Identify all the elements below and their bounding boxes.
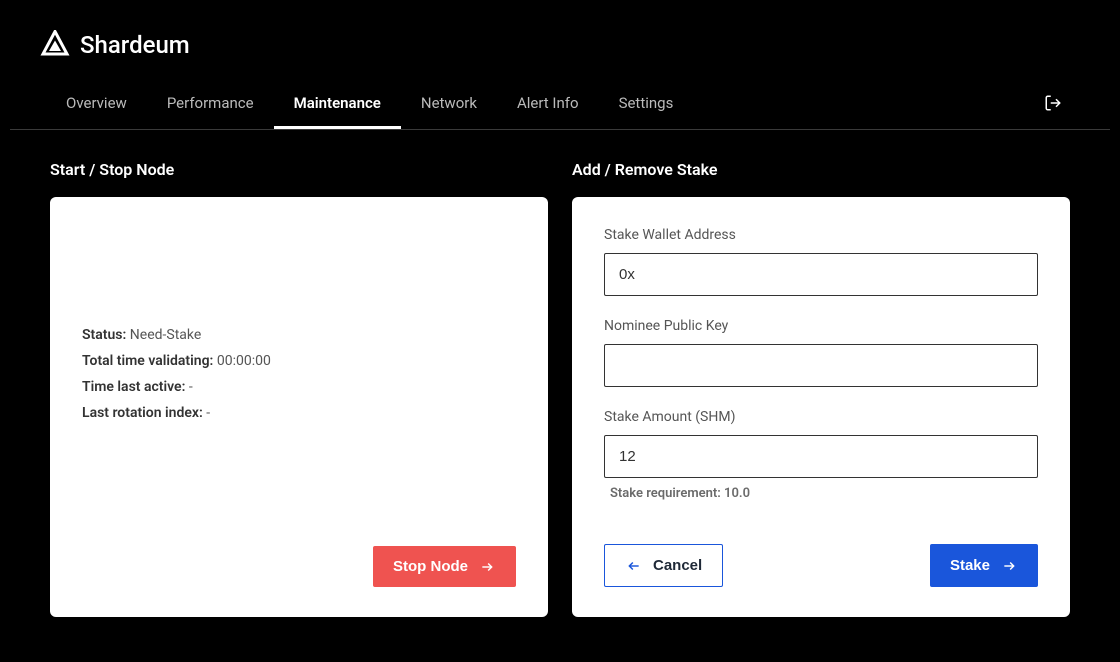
- tab-overview[interactable]: Overview: [46, 80, 147, 129]
- brand-logo: Shardeum: [40, 30, 1080, 60]
- time-last-active-line: Time last active: -: [82, 379, 516, 395]
- main-content: Start / Stop Node Status: Need-Stake Tot…: [0, 130, 1120, 647]
- amount-group: Stake Amount (SHM) Stake requirement: 10…: [604, 409, 1038, 501]
- nominee-group: Nominee Public Key: [604, 318, 1038, 387]
- right-column: Add / Remove Stake Stake Wallet Address …: [572, 160, 1070, 617]
- nominee-input[interactable]: [604, 344, 1038, 387]
- last-rotation-value: -: [206, 405, 210, 421]
- stake-title: Add / Remove Stake: [572, 160, 1070, 179]
- node-card: Status: Need-Stake Total time validating…: [50, 197, 548, 617]
- cancel-label: Cancel: [653, 557, 702, 574]
- total-time-value: 00:00:00: [217, 353, 271, 369]
- arrow-right-icon: [1000, 559, 1018, 573]
- node-info: Status: Need-Stake Total time validating…: [82, 327, 516, 431]
- shardeum-logo-icon: [40, 30, 70, 60]
- stop-node-button[interactable]: Stop Node: [373, 546, 516, 587]
- tab-settings[interactable]: Settings: [599, 80, 694, 129]
- total-time-label: Total time validating:: [82, 353, 213, 369]
- status-value: Need-Stake: [130, 327, 202, 343]
- total-time-line: Total time validating: 00:00:00: [82, 353, 516, 369]
- logout-icon: [1044, 94, 1062, 112]
- amount-input[interactable]: [604, 435, 1038, 478]
- arrow-left-icon: [625, 559, 643, 573]
- arrow-right-icon: [478, 560, 496, 574]
- node-actions: Stop Node: [82, 546, 516, 587]
- nav-bar: Overview Performance Maintenance Network…: [10, 80, 1110, 130]
- logout-button[interactable]: [1036, 86, 1070, 124]
- stake-actions: Cancel Stake: [604, 544, 1038, 587]
- stake-requirement-text: Stake requirement: 10.0: [610, 486, 1038, 501]
- tab-maintenance[interactable]: Maintenance: [274, 80, 401, 129]
- tab-alert-info[interactable]: Alert Info: [497, 80, 599, 129]
- left-column: Start / Stop Node Status: Need-Stake Tot…: [50, 160, 548, 617]
- wallet-input[interactable]: [604, 253, 1038, 296]
- wallet-group: Stake Wallet Address: [604, 227, 1038, 296]
- last-rotation-label: Last rotation index:: [82, 405, 203, 421]
- brand-name: Shardeum: [80, 31, 190, 59]
- start-stop-title: Start / Stop Node: [50, 160, 548, 179]
- time-last-active-value: -: [189, 379, 193, 395]
- tab-list: Overview Performance Maintenance Network…: [46, 80, 693, 129]
- tab-performance[interactable]: Performance: [147, 80, 274, 129]
- time-last-active-label: Time last active:: [82, 379, 185, 395]
- nominee-label: Nominee Public Key: [604, 318, 1038, 334]
- wallet-label: Stake Wallet Address: [604, 227, 1038, 243]
- header: Shardeum: [0, 0, 1120, 80]
- amount-label: Stake Amount (SHM): [604, 409, 1038, 425]
- status-label: Status:: [82, 327, 126, 343]
- status-line: Status: Need-Stake: [82, 327, 516, 343]
- stop-node-label: Stop Node: [393, 558, 468, 575]
- stake-button[interactable]: Stake: [930, 544, 1038, 587]
- tab-network[interactable]: Network: [401, 80, 497, 129]
- last-rotation-line: Last rotation index: -: [82, 405, 516, 421]
- stake-label: Stake: [950, 557, 990, 574]
- cancel-button[interactable]: Cancel: [604, 544, 723, 587]
- stake-card: Stake Wallet Address Nominee Public Key …: [572, 197, 1070, 617]
